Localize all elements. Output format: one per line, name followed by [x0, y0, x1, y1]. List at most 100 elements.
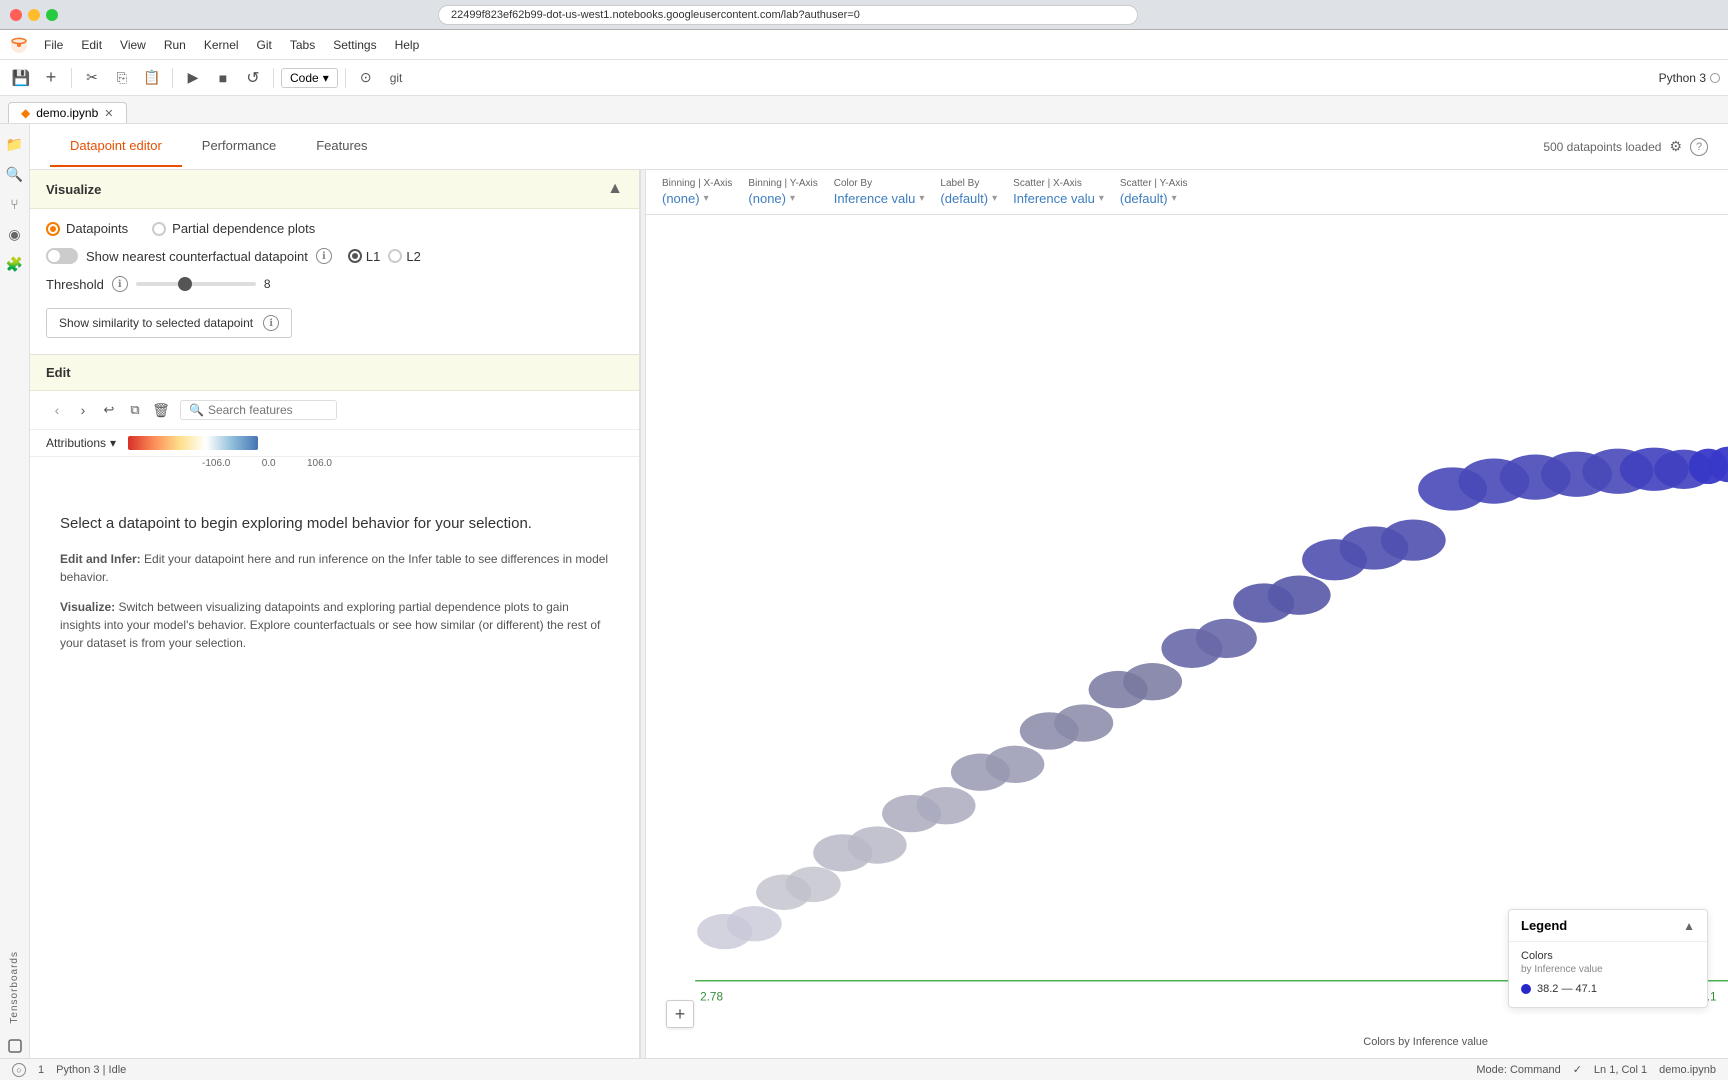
binning-y-select[interactable]: (none) ▾ — [748, 191, 817, 206]
save-button[interactable]: 💾 — [8, 65, 34, 91]
sidebar-icon-extensions[interactable]: 🧩 — [3, 252, 27, 276]
status-ln-col: Ln 1, Col 1 — [1594, 1064, 1647, 1076]
menu-edit[interactable]: Edit — [73, 36, 110, 54]
close-tab-icon[interactable]: ✕ — [104, 107, 113, 120]
zoom-button[interactable]: + — [666, 1000, 694, 1028]
visualize-header: Visualize ▲ — [30, 170, 639, 209]
tab-performance[interactable]: Performance — [182, 126, 296, 167]
edit-delete-btn[interactable]: 🗑 — [150, 399, 172, 421]
copy-button[interactable]: ⎘ — [109, 65, 135, 91]
settings-icon[interactable]: ⚙ — [1669, 138, 1682, 155]
color-bar-min-label: -106.0 — [202, 458, 230, 469]
menu-file[interactable]: File — [36, 36, 71, 54]
stop-button[interactable]: ■ — [210, 65, 236, 91]
status-circle-icon: ○ — [12, 1063, 26, 1077]
threshold-slider[interactable] — [136, 282, 256, 286]
binning-x-value: (none) — [662, 191, 700, 206]
menu-view[interactable]: View — [112, 36, 154, 54]
git-btn[interactable]: git — [383, 68, 410, 88]
menu-kernel[interactable]: Kernel — [196, 36, 247, 54]
label-by-select[interactable]: (default) ▾ — [940, 191, 997, 206]
toggle-info-icon[interactable]: ℹ — [316, 248, 332, 264]
browser-minimize[interactable] — [28, 9, 40, 21]
menu-git[interactable]: Git — [249, 36, 280, 54]
browser-maximize[interactable] — [46, 9, 58, 21]
sidebar-icon-running[interactable]: ◉ — [3, 222, 27, 246]
label-by-caret: ▾ — [992, 193, 997, 204]
help-icon[interactable]: ? — [1690, 138, 1708, 156]
notebook-tab[interactable]: ◆ demo.ipynb ✕ — [8, 102, 127, 123]
scatter-y-control: Scatter | Y-Axis (default) ▾ — [1120, 178, 1188, 206]
sidebar-icon-search[interactable]: 🔍 — [3, 162, 27, 186]
python-label: Python 3 — [1659, 71, 1706, 85]
datapoints-loaded-text: 500 datapoints loaded — [1543, 140, 1661, 154]
color-bar-max-label: 106.0 — [307, 458, 332, 469]
restart-button[interactable]: ↺ — [240, 65, 266, 91]
label-by-control: Label By (default) ▾ — [940, 178, 997, 206]
visualize-collapse-icon[interactable]: ▲ — [607, 180, 623, 198]
legend-dot-1 — [1521, 984, 1531, 994]
search-icon: 🔍 — [189, 403, 204, 417]
toolbar-sep3 — [273, 68, 274, 88]
edit-prev-btn[interactable]: ‹ — [46, 399, 68, 421]
python-indicator: Python 3 — [1659, 71, 1720, 85]
edit-copy-btn[interactable]: ⧉ — [124, 399, 146, 421]
svg-text:2.78: 2.78 — [700, 989, 723, 1003]
address-bar[interactable]: 22499f823ef62b99-dot-us-west1.notebooks.… — [438, 5, 1138, 25]
scatter-x-control: Scatter | X-Axis Inference valu ▾ — [1013, 178, 1104, 206]
circle-button[interactable]: ⊙ — [353, 65, 379, 91]
binning-x-select[interactable]: (none) ▾ — [662, 191, 732, 206]
menu-help[interactable]: Help — [387, 36, 428, 54]
add-cell-button[interactable]: + — [38, 65, 64, 91]
edit-next-btn[interactable]: › — [72, 399, 94, 421]
visualize-body-text: Switch between visualizing datapoints an… — [60, 600, 600, 650]
toolbar-sep1 — [71, 68, 72, 88]
tab-features[interactable]: Features — [296, 126, 387, 167]
status-mode: Mode: Command — [1476, 1064, 1560, 1076]
sidebar-tensorboards[interactable]: Tensorboards — [7, 947, 22, 1028]
top-tabs-right: 500 datapoints loaded ⚙ ? — [1543, 138, 1708, 156]
edit-undo-btn[interactable]: ↩ — [98, 399, 120, 421]
legend-collapse-icon[interactable]: ▲ — [1683, 919, 1695, 933]
search-features-input[interactable] — [208, 403, 328, 417]
menu-settings[interactable]: Settings — [325, 36, 384, 54]
status-cell-count: 1 — [38, 1064, 44, 1076]
menu-tabs[interactable]: Tabs — [282, 36, 323, 54]
scatter-x-select[interactable]: Inference valu ▾ — [1013, 191, 1104, 206]
legend-header: Legend ▲ — [1509, 910, 1707, 942]
split-pane: Visualize ▲ Datapoints — [30, 170, 1728, 1058]
edit-title: Edit — [46, 365, 71, 380]
menu-run[interactable]: Run — [156, 36, 194, 54]
sidebar-icon-git[interactable]: ⑂ — [3, 192, 27, 216]
code-selector[interactable]: Code ▾ — [281, 68, 338, 88]
paste-button[interactable]: 📋 — [139, 65, 165, 91]
cut-button[interactable]: ✂ — [79, 65, 105, 91]
empty-state: Select a datapoint to begin exploring mo… — [30, 473, 639, 704]
radio-pdp[interactable]: Partial dependence plots — [152, 221, 315, 236]
attributions-caret: ▾ — [110, 436, 116, 450]
color-by-select[interactable]: Inference valu ▾ — [834, 191, 925, 206]
edit-infer-body: Edit your datapoint here and run inferen… — [60, 552, 608, 584]
l2-radio[interactable]: L2 — [388, 249, 420, 264]
show-similarity-btn[interactable]: Show similarity to selected datapoint ℹ — [46, 308, 292, 338]
browser-close[interactable] — [10, 9, 22, 21]
status-file: demo.ipynb — [1659, 1064, 1716, 1076]
url-text: 22499f823ef62b99-dot-us-west1.notebooks.… — [451, 9, 860, 21]
l1-radio[interactable]: L1 — [348, 249, 380, 264]
attributions-dropdown-btn[interactable]: Attributions ▾ — [46, 436, 116, 450]
scatter-y-select[interactable]: (default) ▾ — [1120, 191, 1188, 206]
tab-datapoint-editor[interactable]: Datapoint editor — [50, 126, 182, 167]
scatter-x-value: Inference valu — [1013, 191, 1095, 206]
counterfactual-toggle[interactable] — [46, 248, 78, 264]
status-kernel: Python 3 | Idle — [56, 1064, 126, 1076]
color-by-label: Color By — [834, 178, 925, 189]
legend-item-1: 38.2 — 47.1 — [1521, 983, 1695, 995]
visualize-content: Datapoints Partial dependence plots — [30, 209, 639, 354]
sidebar-bottom-icon[interactable] — [7, 1038, 23, 1054]
sidebar-icon-files[interactable]: 📁 — [3, 132, 27, 156]
threshold-info-icon[interactable]: ℹ — [112, 276, 128, 292]
visualize-title: Visualize — [46, 182, 101, 197]
radio-datapoints[interactable]: Datapoints — [46, 221, 128, 236]
show-similarity-info-icon[interactable]: ℹ — [263, 315, 279, 331]
run-button[interactable]: ▶ — [180, 65, 206, 91]
